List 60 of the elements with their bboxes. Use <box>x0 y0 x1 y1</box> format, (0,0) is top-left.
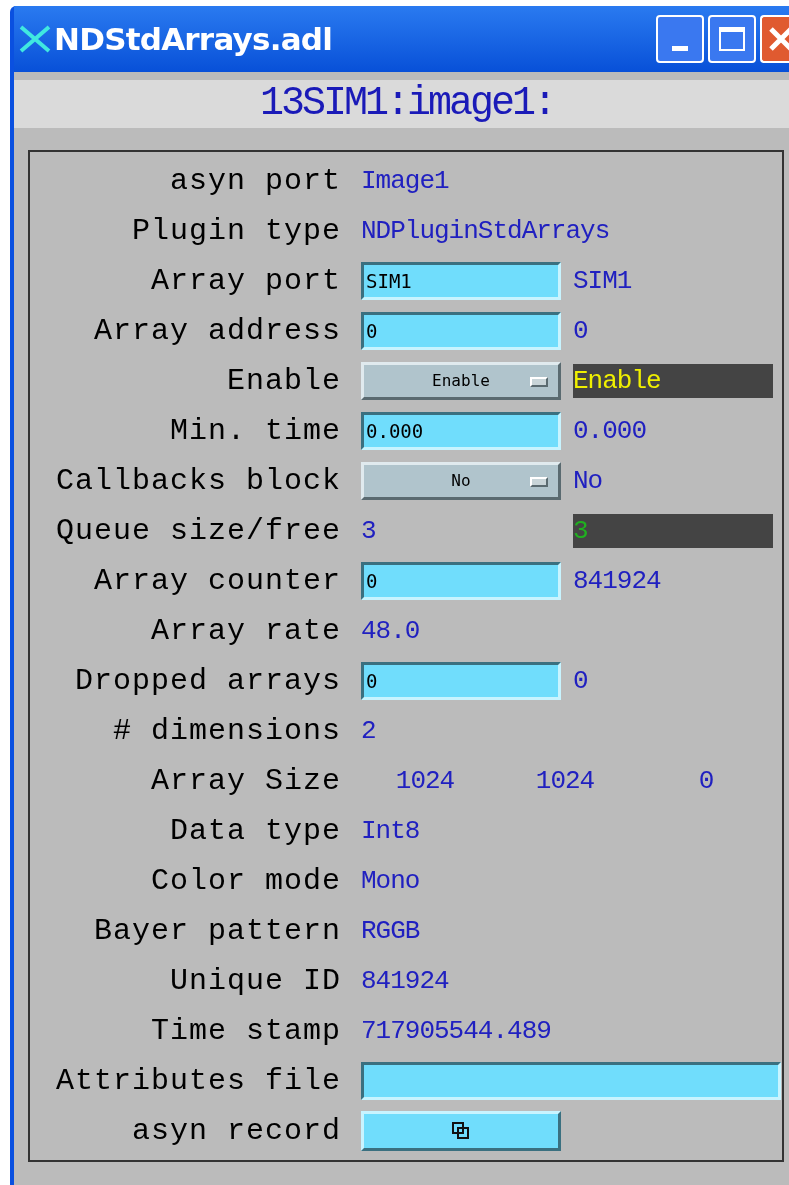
field-label: Dropped arrays <box>73 666 341 696</box>
readback-value: Mono <box>361 868 420 894</box>
field-label: Color mode <box>149 866 341 896</box>
input-field[interactable]: 0 <box>361 662 561 700</box>
field-label: # dimensions <box>111 716 341 746</box>
readback-value: 841924 <box>361 968 449 994</box>
readback-value: 3 <box>361 518 377 544</box>
readback-value: 0.000 <box>573 418 646 444</box>
readback-value: 0 <box>573 318 588 344</box>
field-label: Array rate <box>149 616 341 646</box>
readback-value: 0 <box>573 668 588 694</box>
window-title: NDStdArrays.adl <box>54 19 333 59</box>
field-label: Plugin type <box>130 216 341 246</box>
field-label: Array address <box>92 316 341 346</box>
readback-value: NDPluginStdArrays <box>361 218 610 244</box>
readback-value: 841924 <box>573 568 661 594</box>
close-icon <box>768 26 789 52</box>
readback-value: SIM1 <box>573 268 632 294</box>
readback-value: 1024 <box>394 768 456 794</box>
readback-value: 1024 <box>534 768 596 794</box>
field-label: Unique ID <box>168 966 341 996</box>
field-label: Attributes file <box>54 1066 341 1096</box>
windows-icon <box>451 1121 471 1141</box>
queue-free-readback: 3 <box>573 514 773 548</box>
field-label: Enable <box>225 366 341 396</box>
readback-value: RGGB <box>361 918 420 944</box>
close-button[interactable] <box>760 15 789 63</box>
field-label: Min. time <box>168 416 341 446</box>
input-field[interactable]: 0 <box>361 562 561 600</box>
field-label: Time stamp <box>149 1016 341 1046</box>
minimize-button[interactable] <box>656 15 704 63</box>
readback-value: 0 <box>697 768 715 794</box>
field-label: Bayer pattern <box>92 916 341 946</box>
menu-indicator-icon <box>530 477 548 487</box>
readback-value: 717905544.489 <box>361 1018 551 1044</box>
input-field[interactable] <box>361 1062 781 1100</box>
field-label: Data type <box>168 816 341 846</box>
maximize-button[interactable] <box>708 15 756 63</box>
field-label: Array port <box>149 266 341 296</box>
menu-button[interactable]: Enable <box>361 362 561 400</box>
field-label: Queue size/free <box>54 516 341 546</box>
readback-value: No <box>573 468 603 494</box>
readback-value: Image1 <box>361 168 449 194</box>
menu-button[interactable]: No <box>361 462 561 500</box>
related-display-button[interactable] <box>361 1111 561 1151</box>
readback-value: Int8 <box>361 818 420 844</box>
input-field[interactable]: SIM1 <box>361 262 561 300</box>
alarm-readback: Enable <box>573 364 773 398</box>
field-label: Array counter <box>92 566 341 596</box>
field-label: Callbacks block <box>54 466 341 496</box>
readback-value: 2 <box>361 718 376 744</box>
menu-indicator-icon <box>530 377 548 387</box>
input-field[interactable]: 0.000 <box>361 412 561 450</box>
field-label: asyn record <box>130 1116 341 1146</box>
readback-value: 48.0 <box>361 618 420 644</box>
input-field[interactable]: 0 <box>361 312 561 350</box>
panel-title: 13SIM1:image1: <box>259 80 555 128</box>
field-label: asyn port <box>168 166 341 196</box>
field-label: Array Size <box>149 766 341 796</box>
x-logo-icon <box>18 24 52 54</box>
